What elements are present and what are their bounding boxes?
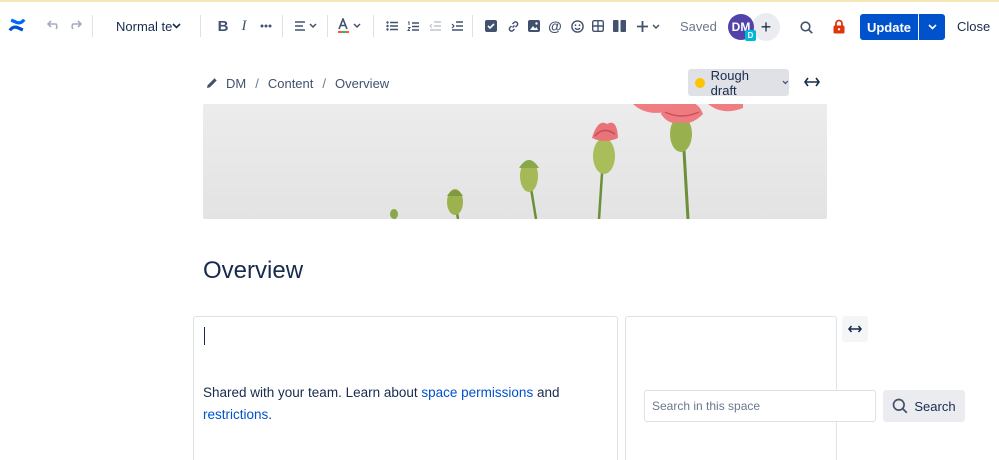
space-search-input[interactable] xyxy=(644,390,876,422)
breadcrumb-separator: / xyxy=(255,75,259,91)
status-dropdown[interactable]: Rough draft xyxy=(688,67,789,98)
share-text-part: and xyxy=(533,385,560,400)
breadcrumb-item-content[interactable]: Content xyxy=(268,76,314,91)
text-style-label: Normal text xyxy=(116,18,172,34)
redo-icon[interactable] xyxy=(64,12,86,38)
breadcrumb-item-page[interactable]: Overview xyxy=(335,76,389,91)
text-style-dropdown[interactable]: Normal text xyxy=(110,12,190,40)
link-icon[interactable] xyxy=(502,13,524,39)
text-cursor xyxy=(204,327,205,345)
mention-icon[interactable]: @ xyxy=(544,13,566,39)
status-dot xyxy=(695,77,705,88)
undo-icon[interactable] xyxy=(43,12,65,38)
toolbar-divider xyxy=(92,15,93,37)
insert-icon[interactable] xyxy=(634,13,664,39)
italic-icon[interactable]: I xyxy=(233,13,255,39)
breadcrumb-item-space[interactable]: DM xyxy=(226,76,246,91)
editor-toolbar: Normal text B I @ xyxy=(0,2,999,48)
layout-width-toggle-icon[interactable] xyxy=(842,316,868,342)
search-button[interactable]: Search xyxy=(883,390,965,422)
layout-column-right[interactable] xyxy=(625,316,837,460)
status-label: Rough draft xyxy=(710,67,749,98)
share-text-part: Shared with your team. Learn about xyxy=(203,385,422,400)
saved-status: Saved xyxy=(680,19,717,34)
breadcrumb: DM / Content / Overview xyxy=(206,75,389,91)
page-title[interactable]: Overview xyxy=(203,257,303,285)
outdent-icon[interactable] xyxy=(424,13,446,39)
bold-icon[interactable]: B xyxy=(212,13,234,39)
edit-pencil-icon xyxy=(207,78,217,88)
search-button-label: Search xyxy=(914,398,956,414)
carnation-flowers-image xyxy=(390,104,743,219)
image-icon[interactable] xyxy=(523,13,545,39)
chevron-down-icon xyxy=(927,24,937,30)
full-width-toggle-icon[interactable] xyxy=(800,70,824,94)
toolbar-divider xyxy=(472,15,473,37)
table-icon[interactable] xyxy=(587,13,609,39)
invite-button[interactable]: + xyxy=(752,13,780,41)
space-permissions-link[interactable]: space permissions xyxy=(421,385,533,400)
text-color-icon[interactable] xyxy=(336,13,364,39)
toolbar-divider xyxy=(373,15,374,37)
confluence-logo-icon[interactable] xyxy=(6,13,28,37)
chevron-down-icon xyxy=(782,80,789,85)
emoji-icon[interactable] xyxy=(566,13,588,39)
close-button[interactable]: Close xyxy=(957,19,990,34)
share-info-text: Shared with your team. Learn about space… xyxy=(203,382,603,426)
search-icon[interactable] xyxy=(795,14,817,40)
update-button[interactable]: Update xyxy=(860,14,918,40)
numbered-list-icon[interactable] xyxy=(402,13,424,39)
restrictions-lock-icon[interactable] xyxy=(828,13,850,39)
more-formatting-icon[interactable] xyxy=(255,13,277,39)
chevron-down-icon xyxy=(172,23,181,29)
restrictions-link[interactable]: restrictions xyxy=(203,407,268,422)
breadcrumb-separator: / xyxy=(322,75,327,91)
update-options-button[interactable] xyxy=(919,14,945,40)
avatar-badge: D xyxy=(745,30,756,41)
layouts-icon[interactable] xyxy=(608,13,630,39)
toolbar-divider xyxy=(327,15,328,37)
bullet-list-icon[interactable] xyxy=(381,13,403,39)
align-icon[interactable] xyxy=(292,13,320,39)
toolbar-divider xyxy=(200,15,201,37)
task-icon[interactable] xyxy=(480,13,502,39)
cover-image[interactable] xyxy=(203,104,827,219)
search-icon xyxy=(893,398,908,414)
toolbar-divider xyxy=(282,15,283,37)
indent-icon[interactable] xyxy=(446,13,468,39)
share-text-part: . xyxy=(268,407,273,422)
